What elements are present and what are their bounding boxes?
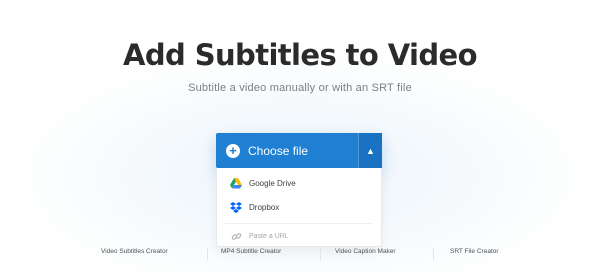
footer-link-srt-file-creator[interactable]: SRT File Creator [450, 248, 499, 255]
footer-divider [433, 248, 434, 260]
page: Add Subtitles to Video Subtitle a video … [0, 0, 600, 273]
footer-link-video-caption-maker[interactable]: Video Caption Maker [335, 248, 396, 255]
menu-item-google-drive[interactable]: Google Drive [217, 171, 381, 195]
footer-divider [320, 248, 321, 260]
plus-icon: + [226, 143, 240, 158]
chevron-up-icon: ▲ [366, 145, 375, 156]
dropdown-toggle-button[interactable]: ▲ [358, 133, 382, 168]
footer-divider [207, 248, 208, 260]
menu-item-label: Dropbox [249, 202, 280, 212]
paste-url-input[interactable]: Paste a URL [217, 224, 381, 248]
upload-source-menu: Google Drive Dropbox Paste a URL [216, 168, 382, 247]
choose-file-label: Choose file [248, 143, 309, 158]
dropbox-icon [230, 201, 242, 213]
choose-file-control: + Choose file ▲ [216, 133, 382, 168]
menu-item-label: Google Drive [249, 178, 296, 188]
paste-url-placeholder: Paste a URL [249, 232, 289, 240]
footer-link-video-subtitles-creator[interactable]: Video Subtitles Creator [101, 248, 168, 255]
page-title: Add Subtitles to Video [123, 38, 477, 72]
google-drive-icon [230, 177, 242, 189]
footer-link-mp4-subtitle-creator[interactable]: MP4 Subtitle Creator [221, 248, 281, 255]
menu-item-dropbox[interactable]: Dropbox [217, 195, 381, 219]
related-tools-links: Video Subtitles Creator MP4 Subtitle Cre… [0, 248, 600, 262]
choose-file-button[interactable]: + Choose file [216, 133, 358, 168]
link-icon [230, 230, 242, 242]
page-subtitle: Subtitle a video manually or with an SRT… [188, 82, 412, 94]
